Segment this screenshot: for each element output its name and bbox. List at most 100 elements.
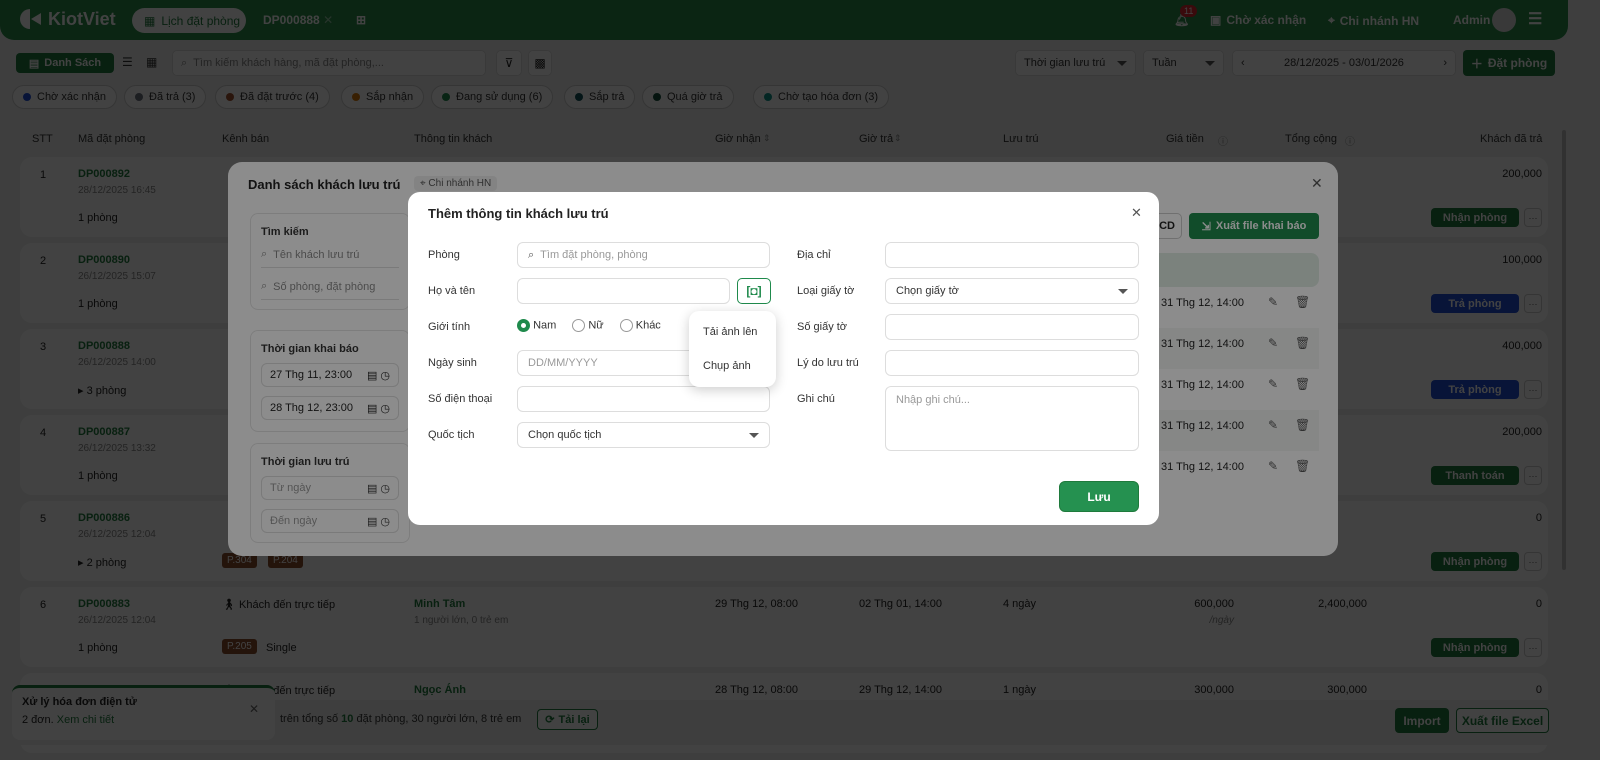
time-filter-select[interactable]: Thời gian lưu trú [1015,50,1136,76]
row-action-button[interactable]: Trả phòng [1431,380,1519,399]
amount-paid: 400,000 [1502,340,1542,352]
logo[interactable]: KiotViet [20,8,116,30]
chevron-down-icon [1117,60,1127,66]
status-filter-chip[interactable]: Đang sử dụng (6) [431,85,554,109]
column-header[interactable]: Giờ trả [859,133,893,145]
pending-button[interactable]: ▣ Chờ xác nhận [1210,13,1306,27]
more-options-icon[interactable]: ··· [1524,208,1542,227]
row-action-button[interactable]: Nhận phòng [1431,208,1519,227]
stay-duration: 1 ngày [1003,684,1037,696]
reload-button[interactable]: ⟳ Tải lại [537,709,598,730]
tab-booking-calendar[interactable]: ▦ Lịch đặt phòng [132,8,246,33]
note-textarea[interactable]: Nhập ghi chú... [885,386,1139,451]
nationality-select[interactable]: Chọn quốc tịch [517,422,770,448]
status-filter-chip[interactable]: Chờ tạo hóa đơn (3) [753,85,890,109]
status-filter-chip[interactable]: Quá giờ trả [642,85,734,109]
stay-reason-input[interactable] [885,350,1139,376]
scrollbar[interactable] [1562,130,1566,570]
amount-paid: 200,000 [1502,168,1542,180]
list-view-button[interactable]: ▤ Danh Sách [16,53,114,73]
close-icon[interactable]: ✕ [249,702,259,716]
status-filter-chip[interactable]: Sắp trả [564,85,636,109]
grid-view-icon[interactable]: ▦ [146,55,157,69]
more-options-icon[interactable]: ··· [1524,466,1542,485]
room-count[interactable]: 1 phòng [78,212,118,224]
booking-code[interactable]: DP000887 [78,426,130,438]
more-options-icon[interactable]: ··· [1524,638,1542,657]
date-range-picker[interactable]: ‹ 28/12/2025 - 03/01/2026 › [1232,50,1456,76]
room-count[interactable]: ▸ 2 phòng [78,556,126,569]
booking-date: 26/12/2025 15:07 [78,271,156,282]
booking-code[interactable]: DP000886 [78,512,130,524]
room-count[interactable]: ▸ 3 phòng [78,384,126,397]
doc-type-select[interactable]: Chọn giấy tờ [885,278,1139,304]
close-tab-icon[interactable]: ✕ [323,13,333,27]
address-input[interactable] [885,242,1139,268]
book-room-button[interactable]: ＋ Đặt phòng [1463,50,1555,76]
status-filter-chip[interactable]: Đã trả (3) [124,85,207,109]
column-header[interactable]: Giờ nhận [715,133,761,145]
room-tag: P.205 [222,639,257,654]
gender-radio-khac[interactable]: Khác [619,319,661,332]
room-count[interactable]: 1 phòng [78,298,118,310]
period-select[interactable]: Tuần [1143,50,1224,76]
booking-date: 28/12/2025 16:45 [78,185,156,196]
table-row[interactable]: 6 DP000883 26/12/2025 12:04 1 phòng 🚶︎ Khách… [20,587,1548,667]
prev-week-icon[interactable]: ‹ [1241,57,1245,69]
status-filter-chip[interactable]: Sắp nhận [341,85,425,109]
compact-list-icon[interactable]: ☰ [122,55,133,69]
row-action-button[interactable]: Nhận phòng [1431,552,1519,571]
new-tab-icon[interactable]: ⊞ [356,13,366,27]
guest-name[interactable]: Minh Tâm [414,598,465,610]
row-action-button[interactable]: Nhận phòng [1431,638,1519,657]
more-options-icon[interactable]: ··· [1524,294,1542,313]
phone-input[interactable] [517,386,770,412]
row-action-button[interactable]: Trả phòng [1431,294,1519,313]
next-week-icon[interactable]: › [1443,57,1447,69]
qr-icon[interactable]: ▩ [528,50,552,76]
search-input[interactable]: ⌕ Tìm kiếm khách hàng, mã đặt phòng,... [172,50,486,76]
menu-item-take-photo[interactable]: Chụp ảnh [703,360,751,372]
full-name-input[interactable] [517,278,730,304]
booking-date: 26/12/2025 14:00 [78,357,156,368]
room-count[interactable]: 1 phòng [78,470,118,482]
sort-icon[interactable]: ⇕ [763,133,771,144]
booking-code[interactable]: DP000892 [78,168,130,180]
branch-selector[interactable]: ⌖ Chi nhánh HN [1328,13,1419,28]
row-action-button[interactable]: Thanh toán [1431,466,1519,485]
filter-icon[interactable]: ⊽ [496,50,522,76]
view-details-link[interactable]: Xem chi tiết [57,714,114,726]
modal-title: Thêm thông tin khách lưu trú [428,206,609,221]
status-filter-chip[interactable]: Chờ xác nhận [12,85,117,109]
tab-document[interactable]: DP000888 ✕ [263,13,333,27]
booking-code[interactable]: DP000888 [78,340,130,352]
room-search-input[interactable]: ⌕ Tìm đặt phòng, phòng [517,242,770,268]
gender-radio-nam[interactable]: Nam [517,319,556,332]
more-options-icon[interactable]: ··· [1524,380,1542,399]
room-count[interactable]: 1 phòng [78,642,118,654]
column-header: Giá tiền [1166,133,1204,145]
user-name[interactable]: Admin [1453,13,1490,27]
einvoice-toast: Xử lý hóa đơn điện tử 2 đơn. Xem chi tiế… [12,685,275,740]
booking-code[interactable]: DP000890 [78,254,130,266]
guest-name[interactable]: Ngọc Ánh [414,684,466,696]
import-button[interactable]: Import [1395,708,1449,733]
avatar[interactable] [1492,8,1516,32]
sort-icon[interactable]: ⇕ [894,133,902,144]
booking-code[interactable]: DP000883 [78,598,130,610]
gender-radio-nu[interactable]: Nữ [572,319,604,332]
scan-camera-icon[interactable]: [◘] [737,278,771,304]
menu-item-upload[interactable]: Tải ảnh lên [703,326,757,338]
export-excel-button[interactable]: Xuất file Excel [1456,708,1549,733]
menu-icon[interactable]: ☰ [1528,9,1542,29]
chip-label: Đã trả (3) [149,91,196,103]
close-icon[interactable]: ✕ [1131,205,1142,221]
status-dot-icon [442,93,450,101]
amount-paid: 0 [1535,512,1542,524]
doc-number-input[interactable] [885,314,1139,340]
save-button[interactable]: Lưu [1059,481,1139,512]
more-options-icon[interactable]: ··· [1524,552,1542,571]
guest-count: 1 người lớn, 0 trẻ em [414,615,509,626]
status-filter-chip[interactable]: Đã đặt trước (4) [215,85,330,109]
summary-text: trên tổng số 10 đặt phòng, 30 người lớn,… [280,713,522,725]
